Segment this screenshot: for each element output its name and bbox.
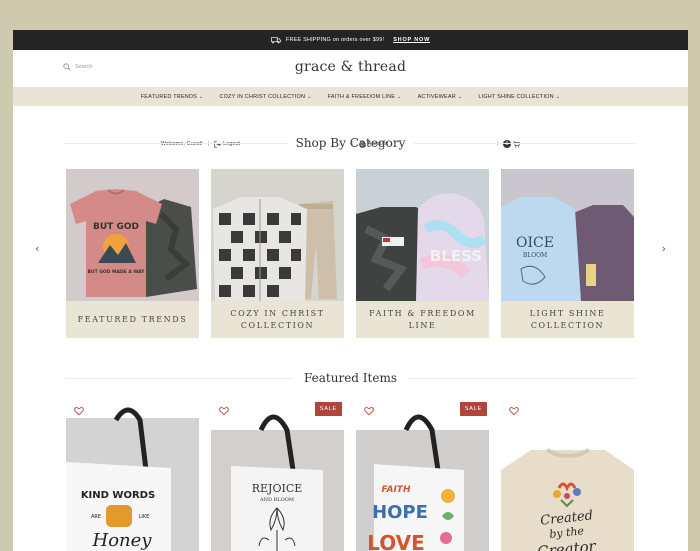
product-image: KIND WORDS ARE LIKE Honey: [66, 400, 199, 551]
product-card[interactable]: KIND WORDS ARE LIKE Honey: [66, 400, 199, 551]
shop-by-category-heading: Shop By Category: [13, 136, 688, 150]
product-card[interactable]: SALE FAITH HOPE LOVE: [356, 400, 489, 551]
svg-text:REJOICE: REJOICE: [252, 482, 303, 495]
svg-text:KIND WORDS: KIND WORDS: [81, 490, 155, 501]
category-label: COZY IN CHRIST COLLECTION: [230, 308, 325, 330]
category-card-featured-trends[interactable]: BUT GOD BUT GOD MADE A WAY FEATURED TREN…: [66, 169, 199, 338]
announcement-bar: FREE SHIPPING on orders over $99! SHOP N…: [13, 30, 688, 50]
featured-items-grid: KIND WORDS ARE LIKE Honey SALE REJOICE A…: [66, 400, 634, 551]
svg-text:BUT GOD MADE A WAY: BUT GOD MADE A WAY: [88, 269, 146, 275]
category-card-light-shine[interactable]: OICE BLOOM LIGHT SHINE COLLECTION: [501, 169, 634, 338]
section-title: Shop By Category: [295, 136, 406, 150]
divider-line: [414, 143, 636, 144]
featured-items-heading: Featured Items: [13, 371, 688, 385]
shipping-text: FREE SHIPPING on orders over $99!: [285, 37, 385, 43]
svg-text:BUT GOD: BUT GOD: [93, 222, 139, 232]
svg-text:OICE: OICE: [516, 235, 554, 251]
sale-badge: SALE: [314, 402, 342, 416]
product-card[interactable]: Created by the Creator: [501, 400, 634, 551]
product-card[interactable]: SALE REJOICE AND BLOOM: [211, 400, 344, 551]
heart-icon[interactable]: [74, 406, 84, 416]
shop-now-link[interactable]: SHOP NOW: [393, 37, 430, 43]
svg-text:ARE: ARE: [91, 514, 101, 520]
section-title: Featured Items: [303, 371, 397, 385]
svg-text:BLESS: BLESS: [430, 247, 482, 265]
category-image: OICE BLOOM: [501, 169, 634, 301]
divider-line: [65, 143, 287, 144]
svg-text:BLOOM: BLOOM: [523, 252, 547, 259]
divider-line: [65, 378, 293, 379]
category-image: BUT GOD BUT GOD MADE A WAY: [66, 169, 199, 301]
site-header: Search grace & thread Welcome, Guest! | …: [13, 50, 688, 148]
carousel-next-icon[interactable]: ›: [662, 242, 666, 255]
svg-text:FAITH: FAITH: [382, 485, 411, 495]
product-image: FAITH HOPE LOVE: [356, 400, 489, 551]
svg-text:AND BLOOM: AND BLOOM: [259, 497, 294, 503]
storefront-page: FREE SHIPPING on orders over $99! SHOP N…: [13, 30, 688, 551]
divider-line: [408, 378, 636, 379]
carousel-prev-icon[interactable]: ‹: [35, 242, 39, 255]
product-image: REJOICE AND BLOOM: [211, 400, 344, 551]
category-card-cozy-in-christ[interactable]: COZY IN CHRIST COLLECTION: [211, 169, 344, 338]
category-image: [211, 169, 344, 301]
heart-icon[interactable]: [364, 406, 374, 416]
svg-text:Honey: Honey: [92, 530, 153, 551]
truck-icon: [270, 36, 281, 43]
category-label: FEATURED TRENDS: [77, 314, 188, 324]
svg-text:HOPE: HOPE: [372, 502, 428, 523]
heart-icon[interactable]: [219, 406, 229, 416]
svg-text:LIKE: LIKE: [139, 514, 150, 520]
svg-text:LOVE: LOVE: [367, 531, 425, 551]
category-label: FAITH & FREEDOM LINE: [369, 308, 476, 330]
sale-badge: SALE: [459, 402, 487, 416]
category-carousel: BUT GOD BUT GOD MADE A WAY FEATURED TREN…: [66, 169, 634, 338]
category-label: LIGHT SHINE COLLECTION: [529, 308, 606, 330]
heart-icon[interactable]: [509, 406, 519, 416]
category-image: BLESS: [356, 169, 489, 301]
product-image: Created by the Creator: [501, 400, 634, 551]
category-card-faith-freedom[interactable]: BLESS FAITH & FREEDOM LINE: [356, 169, 489, 338]
